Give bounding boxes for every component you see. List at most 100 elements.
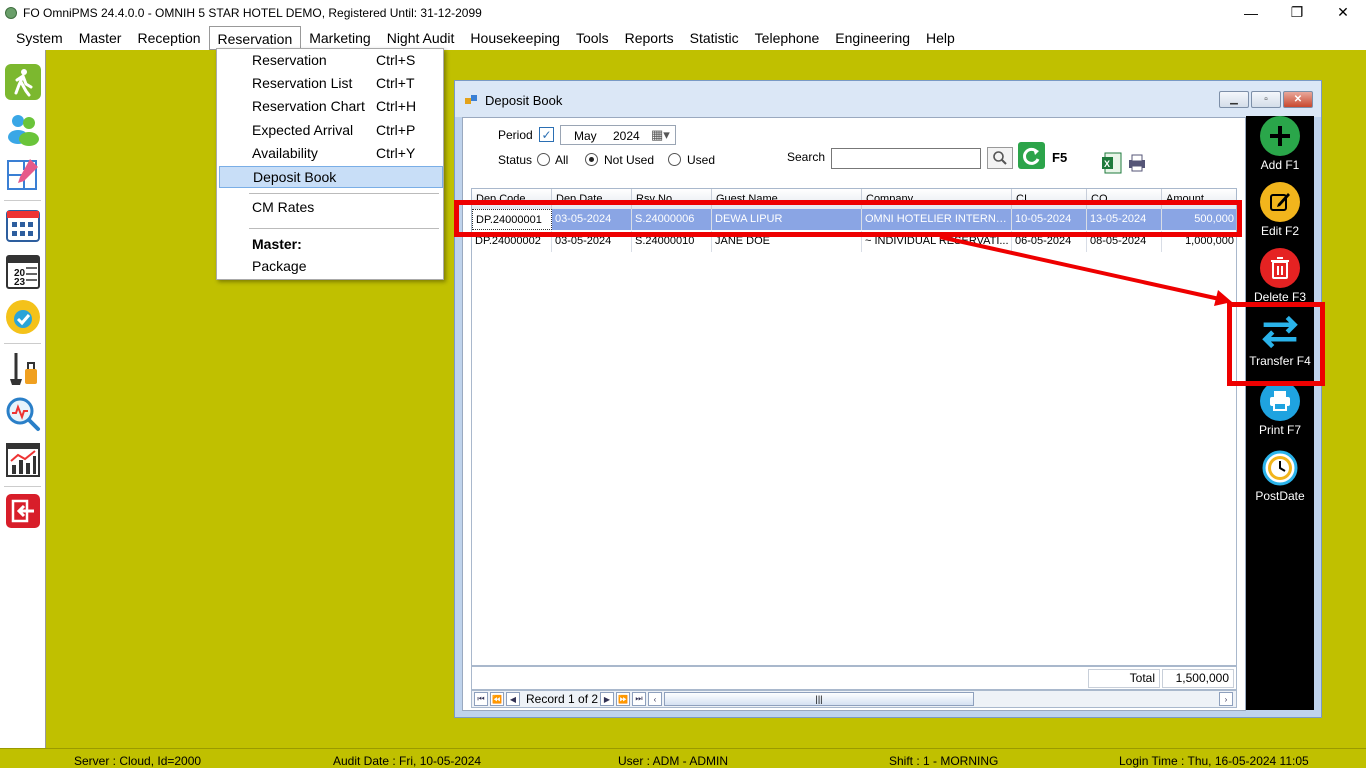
child-close-button[interactable]: ✕ <box>1283 91 1313 108</box>
menu-night-audit[interactable]: Night Audit <box>379 26 463 50</box>
add-button[interactable]: Add F1 <box>1246 116 1314 172</box>
scroll-left-button[interactable]: ‹ <box>648 692 662 706</box>
menu-help[interactable]: Help <box>918 26 963 50</box>
room-plan-icon[interactable] <box>4 154 42 194</box>
menu-section-master: Master: <box>221 233 441 255</box>
menu-item-reservation-chart[interactable]: Reservation Chart Ctrl+H <box>221 95 441 117</box>
housekeeping-icon[interactable] <box>4 348 42 388</box>
menu-reservation[interactable]: Reservation <box>208 25 302 50</box>
menu-telephone[interactable]: Telephone <box>747 26 828 50</box>
postdate-button[interactable]: PostDate <box>1246 447 1314 503</box>
status-user: User : ADM - ADMIN <box>618 754 729 768</box>
total-value: 1,500,000 <box>1162 669 1234 688</box>
last-record-button[interactable]: ⏭ <box>632 692 646 706</box>
next-page-button[interactable]: ⏩ <box>616 692 630 706</box>
action-sidebar: Add F1 Edit F2 Delete F3 Transfer F4 Pri… <box>1246 116 1314 710</box>
close-button[interactable]: ✕ <box>1320 0 1366 25</box>
analysis-icon[interactable] <box>4 394 42 434</box>
next-record-button[interactable]: ▶ <box>600 692 614 706</box>
refresh-button[interactable] <box>1018 142 1045 169</box>
menu-separator <box>249 228 439 229</box>
edit-icon <box>1260 182 1300 222</box>
child-minimize-button[interactable]: ▁ <box>1219 91 1249 108</box>
delete-button[interactable]: Delete F3 <box>1246 248 1314 304</box>
child-maximize-button[interactable]: ▫ <box>1251 91 1281 108</box>
period-month: May <box>574 129 597 143</box>
menu-statistic[interactable]: Statistic <box>682 26 747 50</box>
menu-master[interactable]: Master <box>71 26 130 50</box>
edit-button[interactable]: Edit F2 <box>1246 182 1314 238</box>
delete-icon <box>1260 248 1300 288</box>
deposit-book-titlebar: Deposit Book ▁ ▫ ✕ <box>455 81 1321 117</box>
calendar-2023-icon[interactable]: 20 23 <box>4 251 42 291</box>
menu-item-expected-arrival[interactable]: Expected Arrival Ctrl+P <box>221 119 441 141</box>
status-used-radio[interactable] <box>668 153 681 166</box>
window-title: FO OmniPMS 24.4.0.0 - OMNIH 5 STAR HOTEL… <box>23 5 482 20</box>
excel-export-icon[interactable]: X <box>1101 152 1123 174</box>
menu-item-availability[interactable]: Availability Ctrl+Y <box>221 142 441 164</box>
period-checkbox[interactable]: ✓ <box>539 127 554 142</box>
status-login-time: Login Time : Thu, 16-05-2024 11:05 <box>1119 754 1309 768</box>
search-input[interactable] <box>831 148 981 169</box>
status-not-used-radio[interactable] <box>585 153 598 166</box>
search-button[interactable] <box>987 147 1013 169</box>
menu-reports[interactable]: Reports <box>617 26 682 50</box>
highlight-selected-row <box>454 200 1242 237</box>
menu-item-cm-rates[interactable]: CM Rates <box>221 196 441 218</box>
status-audit-date: Audit Date : Fri, 10-05-2024 <box>333 754 482 768</box>
menu-item-label: Package <box>252 258 307 274</box>
menu-item-shortcut: Ctrl+T <box>376 75 415 91</box>
scroll-right-button[interactable]: › <box>1219 692 1233 706</box>
period-picker[interactable]: May 2024 ▦▾ <box>560 125 676 145</box>
status-shift: Shift : 1 - MORNING <box>889 754 999 768</box>
menu-item-label: Availability <box>252 145 318 161</box>
status-used-label: Used <box>687 153 716 167</box>
menu-system[interactable]: System <box>8 26 71 50</box>
print-button[interactable]: Print F7 <box>1246 381 1314 437</box>
menu-marketing[interactable]: Marketing <box>301 26 378 50</box>
menu-item-deposit-book[interactable]: Deposit Book <box>219 166 443 188</box>
deposit-book-window: Deposit Book ▁ ▫ ✕ Period ✓ May 2024 ▦▾ … <box>454 80 1322 718</box>
status-server: Server : Cloud, Id=2000 <box>74 754 202 768</box>
menu-bar: System Master Reception Reservation Mark… <box>0 25 1366 50</box>
svg-text:X: X <box>1104 159 1110 169</box>
available-badge-icon[interactable] <box>4 297 42 337</box>
deposit-grid[interactable]: Dep Code Dep Date Rsv No Guest Name Comp… <box>471 188 1237 666</box>
menu-engineering[interactable]: Engineering <box>827 26 918 50</box>
deposit-book-icon <box>465 95 477 104</box>
refresh-shortcut: F5 <box>1052 150 1068 165</box>
menu-tools[interactable]: Tools <box>568 26 617 50</box>
add-label: Add F1 <box>1260 158 1300 172</box>
menu-item-label: Expected Arrival <box>252 122 354 138</box>
calendar-dropdown-icon[interactable]: ▦▾ <box>651 127 670 143</box>
calendar-grid-icon[interactable] <box>4 205 42 245</box>
restore-button[interactable]: ❐ <box>1274 0 1320 25</box>
menu-reception[interactable]: Reception <box>129 26 208 50</box>
horizontal-scroll-thumb[interactable]: ||| <box>664 692 974 706</box>
status-all-label: All <box>555 153 569 167</box>
menu-item-label: Reservation List <box>252 75 353 91</box>
prev-record-button[interactable]: ◀ <box>506 692 520 706</box>
printer-export-icon[interactable] <box>1127 154 1147 172</box>
record-indicator: Record 1 of 2 <box>526 692 599 706</box>
menu-item-package[interactable]: Package <box>221 255 441 277</box>
menu-item-reservation[interactable]: Reservation Ctrl+S <box>221 49 441 71</box>
menu-housekeeping[interactable]: Housekeeping <box>462 26 568 50</box>
menu-item-label: CM Rates <box>252 199 315 215</box>
prev-page-button[interactable]: ⏪ <box>490 692 504 706</box>
period-year: 2024 <box>613 129 640 143</box>
first-record-button[interactable]: ⏮ <box>474 692 488 706</box>
reservation-dropdown: Reservation Ctrl+S Reservation List Ctrl+T… <box>216 48 444 280</box>
guests-icon[interactable] <box>4 108 42 148</box>
walk-in-icon[interactable] <box>4 62 42 102</box>
status-all-radio[interactable] <box>537 153 550 166</box>
minimize-button[interactable]: — <box>1228 0 1274 25</box>
reports-chart-icon[interactable] <box>4 440 42 480</box>
status-label: Status <box>498 153 533 167</box>
menu-item-reservation-list[interactable]: Reservation List Ctrl+T <box>221 72 441 94</box>
highlight-transfer-button <box>1227 302 1325 386</box>
menu-separator <box>249 193 439 194</box>
deposit-book-title: Deposit Book <box>485 93 563 108</box>
add-icon <box>1260 116 1300 156</box>
logout-icon[interactable] <box>4 491 42 531</box>
